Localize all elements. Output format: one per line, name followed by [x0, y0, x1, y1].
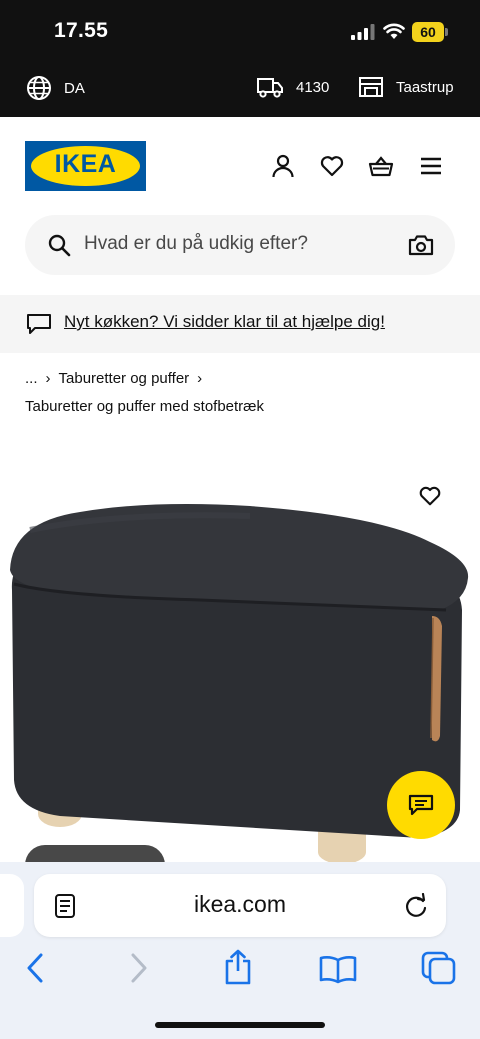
postcode-label: 4130: [296, 78, 330, 96]
add-to-favourites-heart-icon[interactable]: [418, 484, 442, 508]
search-input[interactable]: Hvad er du på udkig efter?: [84, 233, 308, 255]
language-label: DA: [64, 79, 85, 97]
favourites-heart-icon[interactable]: [319, 153, 345, 179]
bookmarks-icon[interactable]: [318, 954, 358, 984]
shopping-basket-icon[interactable]: [368, 153, 394, 179]
previous-tab-preview[interactable]: [0, 874, 24, 937]
share-icon[interactable]: [222, 948, 254, 986]
reload-icon[interactable]: [404, 893, 428, 919]
site-header: IKEA: [0, 117, 480, 215]
menu-hamburger-icon[interactable]: [418, 153, 444, 179]
breadcrumb-separator: ›: [197, 370, 203, 387]
breadcrumb-ellipsis[interactable]: ...: [25, 370, 38, 387]
postcode-selector[interactable]: 4130: [256, 75, 329, 99]
forward-icon[interactable]: [128, 952, 150, 984]
wifi-icon: [383, 23, 405, 39]
camera-search-icon[interactable]: [408, 233, 434, 257]
context-bar: DA 4130 Taastrup: [0, 62, 480, 117]
url-text[interactable]: ikea.com: [34, 891, 446, 918]
breadcrumb-separator: ›: [45, 370, 51, 387]
address-bar[interactable]: ikea.com: [34, 874, 446, 937]
ikea-logo[interactable]: IKEA: [25, 141, 146, 191]
globe-icon: [27, 76, 51, 100]
search-bar[interactable]: Hvad er du på udkig efter?: [25, 215, 455, 275]
battery-tip: [445, 28, 448, 36]
chat-icon: [408, 794, 434, 816]
status-time: 17.55: [54, 19, 109, 42]
chat-support-button[interactable]: [387, 771, 455, 839]
home-indicator: [155, 1022, 325, 1028]
store-selector[interactable]: Taastrup: [358, 75, 454, 99]
cellular-signal-icon: [351, 24, 375, 40]
store-icon: [359, 77, 383, 97]
search-icon: [48, 234, 71, 257]
browser-toolbar: ikea.com: [0, 862, 480, 1039]
back-icon[interactable]: [24, 952, 46, 984]
banner-link[interactable]: Nyt køkken? Vi sidder klar til at hjælpe…: [64, 312, 385, 332]
battery-percent: 60: [420, 24, 436, 40]
top-bar: 17.55 60 DA 4130 Taastrup: [0, 0, 480, 117]
profile-icon[interactable]: [270, 153, 296, 179]
language-selector[interactable]: DA: [26, 75, 85, 101]
status-bar: 17.55 60: [0, 0, 480, 62]
tabs-icon[interactable]: [420, 950, 458, 986]
kitchen-help-banner[interactable]: Nyt køkken? Vi sidder klar til at hjælpe…: [0, 295, 480, 353]
breadcrumb: ... › Taburetter og puffer ›: [25, 370, 210, 387]
store-label: Taastrup: [396, 78, 454, 96]
delivery-truck-icon: [257, 78, 283, 98]
battery-indicator: 60: [412, 22, 448, 42]
logo-text: IKEA: [54, 150, 117, 178]
page-subtitle: Taburetter og puffer med stofbetræk: [25, 398, 265, 415]
breadcrumb-item[interactable]: Taburetter og puffer: [59, 370, 190, 387]
chat-bubble-icon: [27, 314, 51, 334]
